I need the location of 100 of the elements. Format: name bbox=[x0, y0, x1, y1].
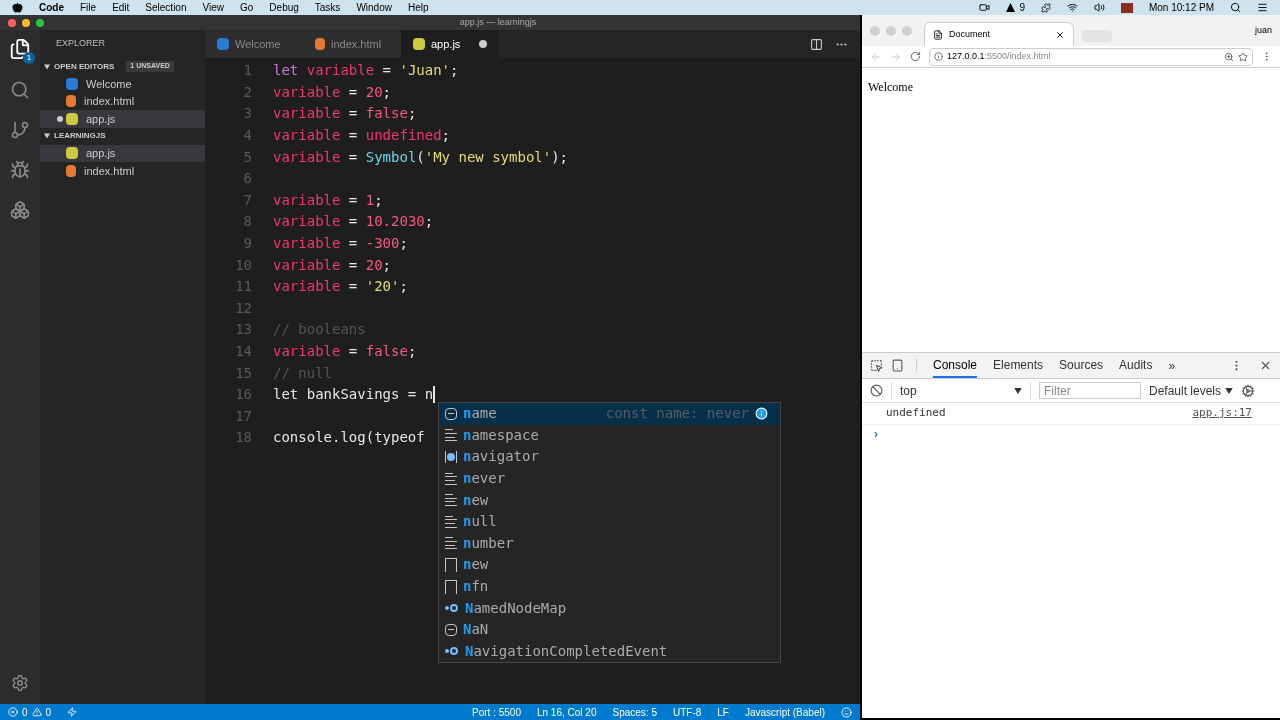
editor-tab[interactable]: Welcome bbox=[205, 30, 303, 58]
status-item[interactable]: Port : 5500 bbox=[472, 704, 521, 720]
warning-icon[interactable] bbox=[31, 707, 42, 717]
snippet-icon bbox=[445, 537, 457, 550]
dropdown-icon bbox=[1014, 387, 1022, 394]
warning-count[interactable]: 0 bbox=[45, 704, 52, 720]
device-icon[interactable] bbox=[891, 359, 904, 372]
code-line: console.log(typeof bbox=[273, 428, 425, 448]
menu-item[interactable]: View bbox=[202, 0, 224, 15]
menu-item[interactable]: Tasks bbox=[314, 0, 341, 15]
section-header[interactable]: LEARNINGJS bbox=[40, 127, 205, 145]
suggestion-item[interactable]: null bbox=[439, 510, 780, 533]
puzzle-icon[interactable] bbox=[1040, 2, 1051, 13]
snippet-icon bbox=[445, 472, 457, 485]
address-bar[interactable]: 127.0.0.1:5500/index.html bbox=[929, 47, 1253, 66]
editor-tab[interactable]: app.js bbox=[401, 30, 499, 58]
apple-icon[interactable] bbox=[12, 2, 23, 13]
explorer-entry[interactable]: index.html bbox=[40, 162, 205, 180]
app-menu[interactable]: Code bbox=[39, 0, 64, 15]
split-editor-icon[interactable] bbox=[810, 37, 823, 51]
search-icon[interactable] bbox=[1230, 2, 1241, 13]
feedback-icon[interactable] bbox=[841, 706, 852, 718]
profile-name[interactable]: juan bbox=[1255, 23, 1272, 38]
html-file-icon bbox=[66, 164, 76, 177]
menu-item[interactable]: Edit bbox=[112, 0, 130, 15]
status-item[interactable]: LF bbox=[717, 704, 729, 720]
suggestion-item[interactable]: number bbox=[439, 532, 780, 555]
status-item[interactable]: UTF-8 bbox=[672, 704, 702, 720]
line-number: 15 bbox=[234, 363, 252, 383]
devtools-tab[interactable]: Audits bbox=[1119, 353, 1153, 378]
status-item[interactable]: Ln 16, Col 20 bbox=[536, 704, 597, 720]
camera-icon[interactable] bbox=[979, 2, 991, 13]
code-line: variable = undefined; bbox=[273, 126, 451, 146]
close-icon[interactable] bbox=[1259, 359, 1272, 372]
extensions-icon[interactable] bbox=[10, 200, 30, 220]
volume-icon[interactable] bbox=[1093, 2, 1105, 13]
js-file-icon bbox=[413, 38, 425, 50]
close-icon[interactable] bbox=[1055, 29, 1065, 40]
devtools-tab[interactable]: Sources bbox=[1059, 353, 1104, 378]
menu-item[interactable]: Window bbox=[356, 0, 392, 15]
clock[interactable]: Mon 10:12 PM bbox=[1148, 0, 1214, 15]
menu-icon[interactable] bbox=[1257, 2, 1268, 13]
context-select[interactable]: top bbox=[891, 381, 1031, 400]
line-number: 2 bbox=[242, 82, 252, 102]
clear-console-icon[interactable] bbox=[870, 384, 883, 397]
line-number: 5 bbox=[242, 147, 252, 167]
menu-item[interactable]: Debug bbox=[269, 0, 299, 15]
wifi-icon[interactable] bbox=[1066, 2, 1078, 13]
explorer-entry[interactable]: Welcome bbox=[40, 75, 205, 93]
status-count[interactable]: 9 bbox=[1019, 0, 1025, 15]
debug-icon[interactable] bbox=[10, 160, 30, 180]
error-count[interactable]: 0 bbox=[22, 704, 28, 720]
error-icon[interactable] bbox=[8, 707, 18, 717]
filter-field[interactable]: Filter bbox=[1039, 382, 1141, 399]
code-line: variable = '20'; bbox=[273, 277, 408, 297]
menu-item[interactable]: File bbox=[80, 0, 97, 15]
suggestion-item[interactable]: NaN bbox=[439, 618, 780, 641]
console-prompt[interactable]: › bbox=[862, 425, 1280, 443]
line-number: 3 bbox=[242, 104, 252, 124]
levels-select[interactable]: Default levels bbox=[1149, 381, 1234, 400]
suggestion-item[interactable]: new bbox=[439, 489, 780, 511]
vscode-file-icon bbox=[217, 38, 229, 50]
browser-tab[interactable]: Document bbox=[924, 22, 1074, 46]
suggestion-item[interactable]: navigator bbox=[439, 446, 780, 468]
suggestion-item[interactable]: namespace bbox=[439, 424, 780, 447]
explorer-entry[interactable]: index.html bbox=[40, 92, 205, 110]
suggestion-item[interactable]: name const name: never bbox=[439, 403, 780, 425]
menu-item[interactable]: Help bbox=[407, 0, 429, 15]
devtools-tab[interactable]: Elements bbox=[993, 353, 1044, 378]
suggestion-item[interactable]: nfn bbox=[439, 575, 780, 598]
suggestion-item[interactable]: NamedNodeMap bbox=[439, 597, 780, 619]
line-number: 16 bbox=[234, 385, 252, 405]
snippet-icon bbox=[445, 429, 457, 442]
settings-icon[interactable] bbox=[11, 674, 29, 692]
code-line: variable = Symbol('My new symbol'); bbox=[273, 147, 569, 167]
suggestion-item[interactable]: NavigationCompletedEvent bbox=[439, 640, 780, 663]
line-number: 11 bbox=[234, 277, 252, 297]
settings-icon[interactable] bbox=[1241, 383, 1256, 398]
editor-tab[interactable]: index.html bbox=[303, 30, 401, 58]
suggestion-item[interactable]: new bbox=[439, 554, 780, 576]
suggestion-item[interactable]: never bbox=[439, 467, 780, 490]
triangle-icon[interactable] bbox=[1006, 3, 1016, 12]
explorer-entry[interactable]: app.js bbox=[40, 110, 205, 128]
menu-item[interactable]: Go bbox=[240, 0, 254, 15]
source-control-icon[interactable] bbox=[10, 120, 30, 140]
inspect-icon[interactable] bbox=[870, 359, 883, 372]
explorer-icon[interactable] bbox=[9, 38, 31, 60]
status-item[interactable]: Javascript (Babel) bbox=[744, 704, 825, 720]
more-tabs-button[interactable]: » bbox=[1168, 353, 1176, 378]
html-file-icon bbox=[66, 95, 76, 108]
explorer-entry[interactable]: app.js bbox=[40, 144, 205, 162]
flag-icon[interactable] bbox=[1120, 2, 1133, 13]
reload-icon[interactable] bbox=[910, 51, 921, 62]
zoom-icon[interactable] bbox=[1224, 51, 1234, 62]
source-link[interactable]: app.js:17 bbox=[1192, 405, 1252, 422]
star-icon[interactable] bbox=[1238, 51, 1248, 62]
menu-item[interactable]: Selection bbox=[145, 0, 187, 15]
snippet-icon bbox=[445, 494, 457, 507]
status-item[interactable]: Spaces: 5 bbox=[612, 704, 657, 720]
lightning-icon[interactable] bbox=[67, 707, 78, 717]
